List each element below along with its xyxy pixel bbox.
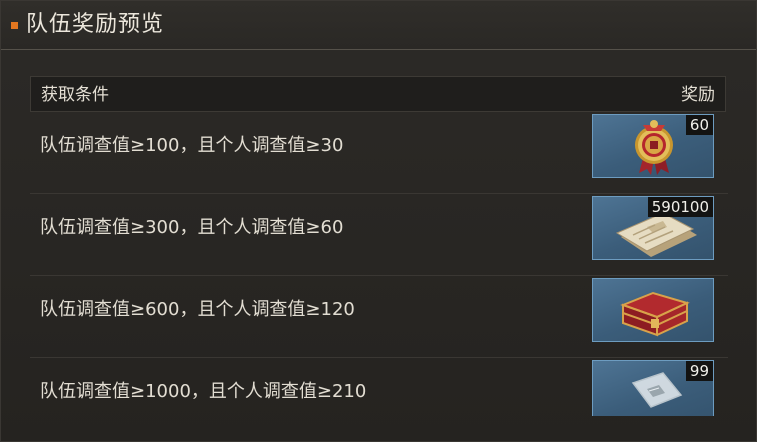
reward-item-slot[interactable]: 60 xyxy=(592,114,714,178)
condition-text: 队伍调查值≥1000，且个人调查值≥210 xyxy=(40,381,367,402)
table-row: 队伍调查值≥100，且个人调查值≥30 60 xyxy=(30,112,728,194)
reward-count: 60 xyxy=(685,115,713,135)
table-row: 队伍调查值≥300，且个人调查值≥60 590100 xyxy=(30,194,728,276)
condition-text: 队伍调查值≥600，且个人调查值≥120 xyxy=(40,299,355,320)
reward-preview-panel: 队伍奖励预览 获取条件 奖励 队伍调查值≥100，且个人调查值≥30 60 队伍… xyxy=(0,0,757,442)
condition-text: 队伍调查值≥300，且个人调查值≥60 xyxy=(40,217,344,238)
reward-item-slot[interactable]: 99 xyxy=(592,360,714,416)
header-condition: 获取条件 xyxy=(41,85,109,105)
reward-item-slot[interactable]: 590100 xyxy=(592,196,714,260)
reward-count: 590100 xyxy=(647,197,713,217)
header-reward: 奖励 xyxy=(681,85,715,105)
table-header: 获取条件 奖励 xyxy=(30,76,726,112)
title-bar: 队伍奖励预览 xyxy=(1,1,756,50)
chest-icon xyxy=(620,291,690,337)
page-title: 队伍奖励预览 xyxy=(26,12,165,37)
reward-list[interactable]: 队伍调查值≥100，且个人调查值≥30 60 队伍调查值≥300，且个人调查值≥… xyxy=(30,112,728,416)
reward-count: 99 xyxy=(685,361,713,381)
title-accent-mark xyxy=(11,22,18,29)
condition-text: 队伍调查值≥100，且个人调查值≥30 xyxy=(40,135,344,156)
reward-item-slot[interactable] xyxy=(592,278,714,342)
table-row: 队伍调查值≥1000，且个人调查值≥210 99 xyxy=(30,358,728,416)
table-row: 队伍调查值≥600，且个人调查值≥120 xyxy=(30,276,728,358)
